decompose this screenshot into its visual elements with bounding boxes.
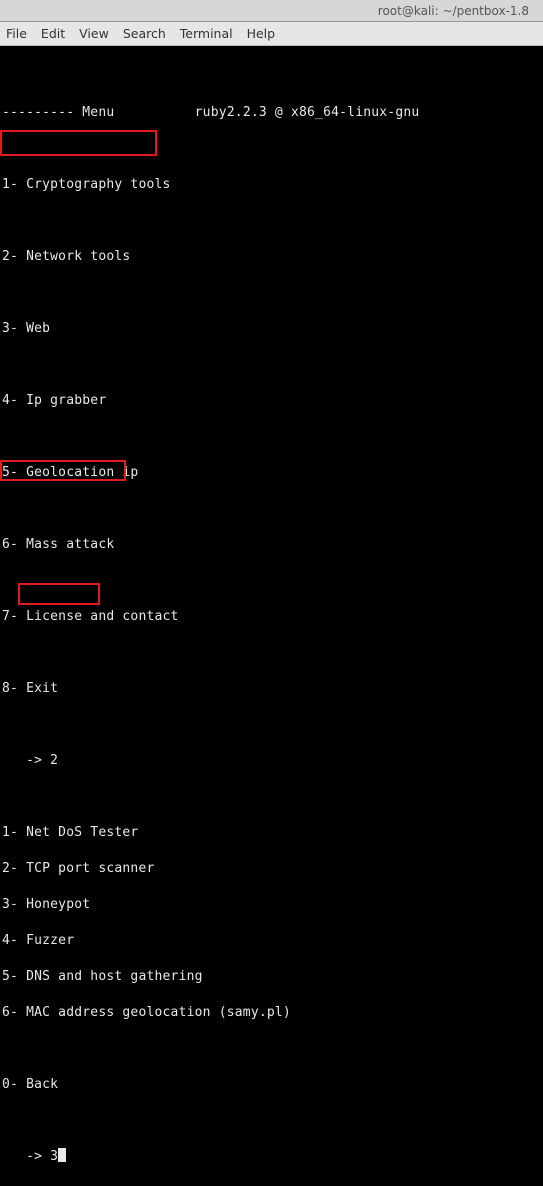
menu-item: 5- Geolocation ip	[2, 464, 541, 482]
menu-item: 8- Exit	[2, 680, 541, 698]
blank-line	[2, 356, 541, 374]
blank-line	[2, 788, 541, 806]
menu-item-highlighted: 2- Network tools	[2, 248, 541, 266]
blank-line	[2, 500, 541, 518]
menu-file[interactable]: File	[6, 26, 27, 41]
window-title: root@kali: ~/pentbox-1.8	[378, 4, 529, 18]
submenu-item: 5- DNS and host gathering	[2, 968, 541, 986]
menu-search[interactable]: Search	[123, 26, 166, 41]
blank-line	[2, 284, 541, 302]
blank-line	[2, 428, 541, 446]
blank-line	[2, 644, 541, 662]
submenu-item: 6- MAC address geolocation (samy.pl)	[2, 1004, 541, 1022]
submenu-item-highlighted: 3- Honeypot	[2, 896, 541, 914]
blank-line	[2, 1112, 541, 1130]
blank-line	[2, 140, 541, 158]
blank-line	[2, 212, 541, 230]
menu-item: 7- License and contact	[2, 608, 541, 626]
menu-terminal[interactable]: Terminal	[180, 26, 233, 41]
blank-line	[2, 572, 541, 590]
terminal-output[interactable]: --------- Menu ruby2.2.3 @ x86_64-linux-…	[0, 46, 543, 1186]
menu-view[interactable]: View	[79, 26, 109, 41]
menu-help[interactable]: Help	[247, 26, 276, 41]
blank-line	[2, 716, 541, 734]
menu-header: --------- Menu ruby2.2.3 @ x86_64-linux-…	[2, 104, 541, 122]
menu-item: 6- Mass attack	[2, 536, 541, 554]
menu-item: 4- Ip grabber	[2, 392, 541, 410]
submenu-item: 1- Net DoS Tester	[2, 824, 541, 842]
window-titlebar: root@kali: ~/pentbox-1.8	[0, 0, 543, 22]
menu-item: 1- Cryptography tools	[2, 176, 541, 194]
prompt-input-current[interactable]: -> 3	[2, 1148, 541, 1166]
terminal-cursor	[58, 1148, 66, 1162]
menu-edit[interactable]: Edit	[41, 26, 65, 41]
blank-line	[2, 68, 541, 86]
submenu-item: 2- TCP port scanner	[2, 860, 541, 878]
menu-bar: File Edit View Search Terminal Help	[0, 22, 543, 46]
blank-line	[2, 1040, 541, 1058]
prompt-input: -> 2	[2, 752, 541, 770]
submenu-back: 0- Back	[2, 1076, 541, 1094]
submenu-item: 4- Fuzzer	[2, 932, 541, 950]
menu-item: 3- Web	[2, 320, 541, 338]
